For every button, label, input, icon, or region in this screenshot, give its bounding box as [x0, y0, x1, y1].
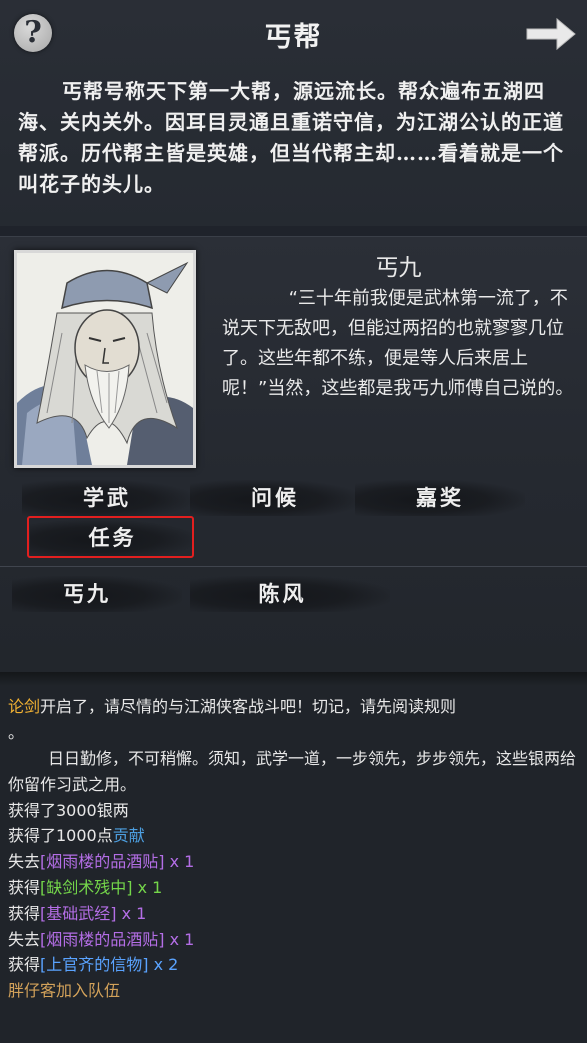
log-link: 论剑	[8, 697, 41, 716]
log-line: 获得了3000银两	[8, 800, 129, 820]
member-item-gaijiu[interactable]: 丐九	[12, 576, 162, 612]
npc-description: “三十年前我便是武林第一流了，不说天下无敌吧，但能过两招的也就寥寥几位了。这些年…	[222, 288, 574, 399]
log-line: 获得了1000点贡献	[8, 826, 145, 846]
quest-highlight-box	[27, 516, 194, 558]
elder-portrait-image	[17, 253, 193, 465]
log-line: 胖仔客加入队伍	[8, 981, 121, 1001]
page-title: 丐帮	[264, 22, 323, 53]
npc-name: 丐九	[375, 255, 422, 281]
log-line: 论剑开启了，请尽情的与江湖侠客战斗吧！切记，请先阅读规则	[8, 697, 457, 716]
learn-martial-button[interactable]: 学武	[22, 480, 192, 516]
log-line: 获得[缺剑术残中] x 1	[8, 877, 163, 897]
npc-portrait	[14, 250, 196, 468]
reward-button[interactable]: 嘉奖	[355, 480, 525, 516]
divider	[0, 566, 587, 567]
log-line: 获得[基础武经] x 1	[8, 903, 147, 923]
arrow-right-icon	[526, 17, 576, 51]
member-item-chenfeng[interactable]: 陈风	[195, 576, 370, 612]
log-line: 。	[8, 722, 25, 742]
log-line: 失去[烟雨楼的品酒贴] x 1	[8, 929, 195, 949]
log-line: 获得[上官齐的信物] x 2	[8, 955, 179, 975]
log-line: 失去[烟雨楼的品酒贴] x 1	[8, 852, 195, 872]
greet-button[interactable]: 问候	[190, 480, 360, 516]
log-paragraph: 日日勤修，不可稍懈。须知，武学一道，一步领先，步步领先，这些银两给你留作习武之用…	[8, 748, 577, 794]
faction-intro: 丐帮号称天下第一大帮，源远流长。帮众遍布五湖四海、关内关外。因耳目灵通且重诺守信…	[18, 79, 564, 196]
next-button[interactable]	[525, 14, 577, 54]
message-log[interactable]: 论剑开启了，请尽情的与江湖侠客战斗吧！切记，请先阅读规则 。 日日勤修，不可稍懈…	[0, 672, 587, 1043]
log-fade	[0, 672, 587, 686]
